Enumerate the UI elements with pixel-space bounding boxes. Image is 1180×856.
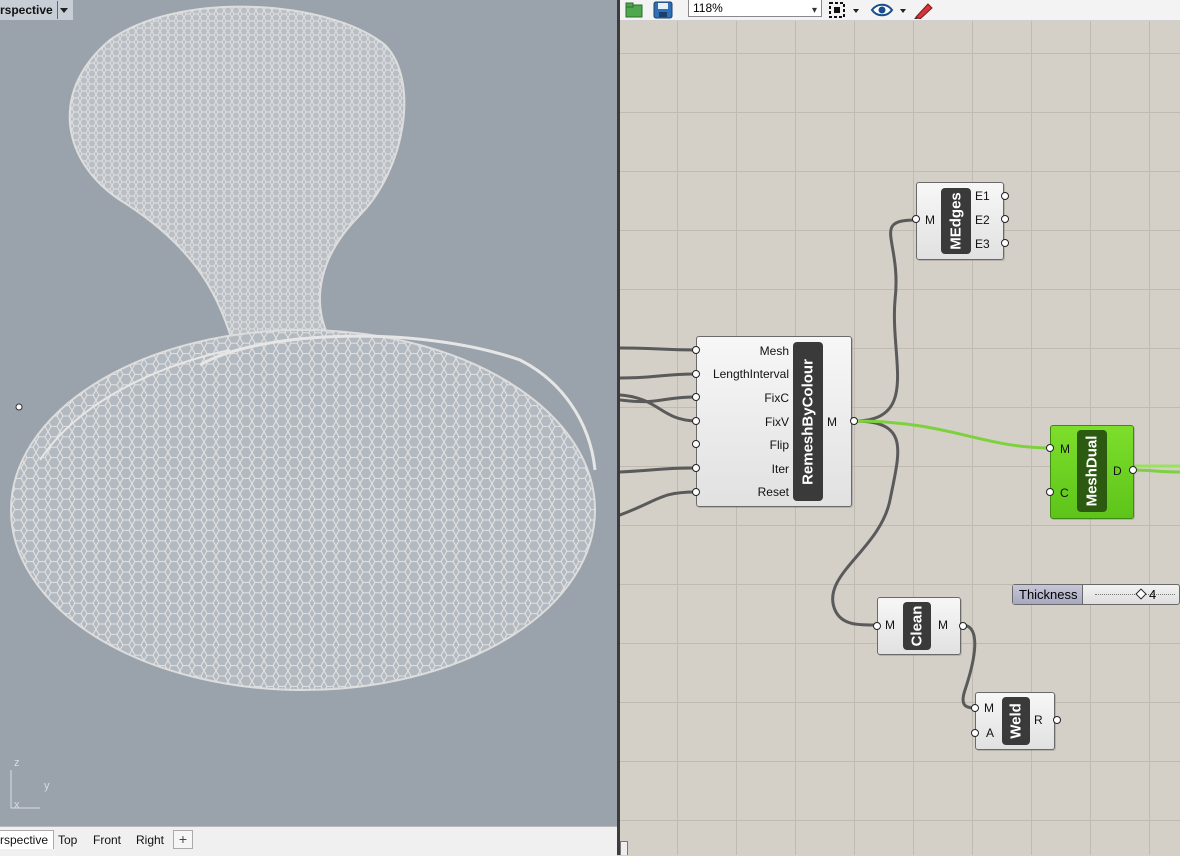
medges-output-pin-e3[interactable] (1001, 239, 1009, 247)
clean-pin-input[interactable] (873, 622, 881, 630)
selection-icon[interactable] (828, 1, 860, 19)
grasshopper-canvas[interactable]: 118% ▾ M MEdges E1 E2 E3 Mesh LengthInte… (620, 0, 1180, 855)
clean-input-m[interactable]: M (885, 618, 895, 632)
remesh-pin-output-m[interactable] (850, 417, 858, 425)
medges-nickname: MEdges (941, 188, 971, 254)
tab-right[interactable]: Right (130, 830, 170, 850)
medges-output-e1[interactable]: E1 (975, 189, 990, 203)
remesh-nickname: RemeshByColour (793, 342, 823, 501)
meshdual-pin-c[interactable] (1046, 488, 1054, 496)
remesh-pin-fixc[interactable] (692, 393, 700, 401)
meshdual-component[interactable]: M C MeshDual D (1050, 425, 1134, 519)
medges-input-pin[interactable] (912, 215, 920, 223)
weld-component[interactable]: M A Weld R (975, 692, 1055, 750)
meshdual-pin-d[interactable] (1129, 466, 1137, 474)
medges-output-pin-e2[interactable] (1001, 215, 1009, 223)
remesh-output-m[interactable]: M (827, 415, 837, 429)
medges-component[interactable]: M MEdges E1 E2 E3 (916, 182, 1004, 260)
sketch-pen-icon[interactable] (912, 1, 936, 19)
remesh-pin-mesh[interactable] (692, 346, 700, 354)
zoom-dropdown[interactable]: 118% ▾ (688, 0, 822, 17)
slider-label: Thickness (1013, 585, 1083, 604)
remesh-input-iter[interactable]: Iter (772, 462, 789, 476)
thickness-slider[interactable]: Thickness 4 (1012, 584, 1180, 605)
meshdual-input-c[interactable]: C (1060, 486, 1069, 500)
canvas-scroll-grip[interactable] (620, 841, 628, 855)
add-viewport-tab-button[interactable]: + (173, 830, 193, 849)
tab-front[interactable]: Front (87, 830, 127, 850)
slider-value: 4 (1149, 587, 1157, 602)
remesh-pin-reset[interactable] (692, 488, 700, 496)
zoom-value: 118% (693, 1, 723, 15)
mesh-hourglass-render (10, 5, 597, 809)
rhino-viewport[interactable]: rspective z y x (0, 0, 617, 826)
clean-nickname: Clean (903, 602, 931, 650)
medges-input-m[interactable]: M (925, 213, 935, 227)
chevron-down-icon: ▾ (811, 5, 817, 16)
weld-pin-m[interactable] (971, 704, 979, 712)
slider-knob[interactable] (1135, 588, 1147, 600)
tab-perspective[interactable]: rspective (0, 830, 55, 849)
open-file-icon[interactable] (624, 1, 644, 19)
remesh-pin-iter[interactable] (692, 464, 700, 472)
save-icon[interactable] (652, 1, 674, 19)
medges-output-pin-e1[interactable] (1001, 192, 1009, 200)
tab-top[interactable]: Top (52, 830, 83, 850)
weld-input-a[interactable]: A (986, 726, 994, 740)
remesh-pin-flip[interactable] (692, 440, 700, 448)
remesh-input-fixc[interactable]: FixC (764, 391, 789, 405)
remesh-pin-fixv[interactable] (692, 417, 700, 425)
viewport-title-label: rspective (0, 3, 53, 17)
remesh-input-mesh[interactable]: Mesh (760, 344, 789, 358)
meshdual-output-d[interactable]: D (1113, 464, 1122, 478)
medges-output-e2[interactable]: E2 (975, 213, 990, 227)
remesh-input-flip[interactable]: Flip (770, 438, 789, 452)
viewport-title[interactable]: rspective (0, 0, 73, 20)
weld-pin-r[interactable] (1053, 716, 1061, 724)
clean-component[interactable]: M Clean M (877, 597, 961, 655)
viewport-menu-dropdown[interactable] (56, 1, 70, 19)
weld-pin-a[interactable] (971, 729, 979, 737)
weld-input-m[interactable]: M (984, 701, 994, 715)
grasshopper-toolbar: 118% ▾ (620, 0, 1180, 21)
viewport-tab-bar: rspective Top Front Right + (0, 826, 617, 856)
clean-output-m[interactable]: M (938, 618, 948, 632)
meshdual-nickname: MeshDual (1077, 430, 1107, 512)
clean-pin-output[interactable] (959, 622, 967, 630)
remeshbycolour-component[interactable]: Mesh LengthInterval FixC FixV Flip Iter … (696, 336, 852, 507)
weld-output-r[interactable]: R (1034, 713, 1043, 727)
meshdual-input-m[interactable]: M (1060, 442, 1070, 456)
preview-eye-icon[interactable] (870, 1, 908, 19)
meshdual-pin-m[interactable] (1046, 444, 1054, 452)
remesh-input-lengthinterval[interactable]: LengthInterval (713, 367, 789, 381)
weld-nickname: Weld (1002, 697, 1030, 745)
remesh-pin-lengthinterval[interactable] (692, 370, 700, 378)
remesh-input-reset[interactable]: Reset (758, 485, 789, 499)
remesh-input-fixv[interactable]: FixV (765, 415, 789, 429)
axis-x-label: x (14, 799, 20, 811)
medges-output-e3[interactable]: E3 (975, 237, 990, 251)
axis-y-label: y (44, 780, 50, 792)
axis-z-label: z (14, 757, 20, 769)
